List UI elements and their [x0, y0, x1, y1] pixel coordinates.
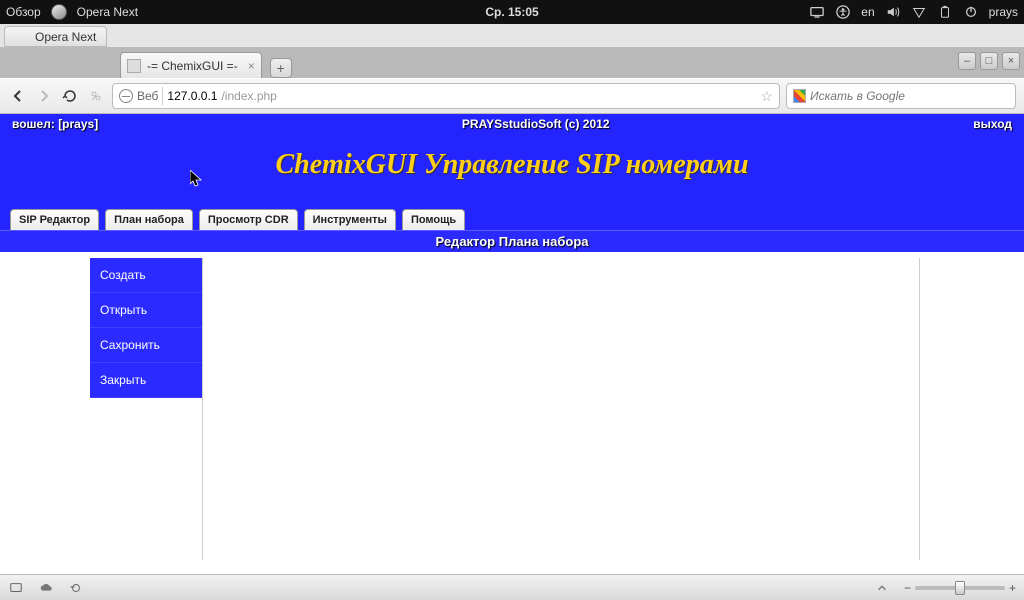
favicon-icon — [127, 59, 141, 73]
menu-save[interactable]: Сахронить — [90, 328, 202, 363]
url-host: 127.0.0.1 — [167, 89, 217, 103]
menu-create[interactable]: Создать — [90, 258, 202, 293]
search-box[interactable] — [786, 83, 1016, 109]
bookmark-star-icon[interactable]: ☆ — [760, 88, 773, 105]
opera-icon — [15, 30, 29, 44]
back-button[interactable] — [8, 86, 28, 106]
page-title: ChemixGUI Управление SIP номерами — [0, 149, 1024, 181]
slider-track[interactable] — [915, 586, 1005, 590]
network-icon[interactable] — [911, 5, 927, 19]
side-menu: Создать Открыть Сахронить Закрыть — [90, 258, 202, 570]
tab-dial-plan[interactable]: План набора — [105, 209, 193, 230]
zoom-slider[interactable]: − + — [904, 581, 1016, 595]
globe-icon — [119, 89, 133, 103]
battery-icon[interactable] — [937, 5, 953, 19]
browser-tab-strip: -= ChemixGUI =- × + ‒ □ × — [0, 48, 1024, 78]
os-bottom-panel: − + — [0, 574, 1024, 600]
display-icon[interactable] — [809, 5, 825, 19]
slider-thumb[interactable] — [955, 581, 965, 595]
reload-button[interactable] — [60, 86, 80, 106]
window-maximize-button[interactable]: □ — [980, 52, 998, 70]
menu-close[interactable]: Закрыть — [90, 363, 202, 398]
tab-close-button[interactable]: × — [248, 59, 255, 73]
new-tab-button[interactable]: + — [270, 58, 292, 78]
expand-icon[interactable] — [874, 581, 890, 595]
google-icon — [793, 89, 806, 103]
home-button[interactable] — [86, 86, 106, 106]
main-panel — [202, 258, 920, 560]
active-app-name: Opera Next — [77, 5, 138, 19]
volume-icon[interactable] — [885, 5, 901, 19]
brand-center: PRAYSstudioSoft (c) 2012 — [462, 117, 610, 131]
zoom-in-icon[interactable]: + — [1009, 581, 1016, 595]
window-close-button[interactable]: × — [1002, 52, 1020, 70]
page-banner: вошел: [prays] PRAYSstudioSoft (c) 2012 … — [0, 114, 1024, 230]
task-button-opera[interactable]: Opera Next — [4, 26, 107, 47]
section-subheader: Редактор Плана набора — [0, 230, 1024, 252]
tab-cdr[interactable]: Просмотр CDR — [199, 209, 298, 230]
address-bar[interactable]: Веб 127.0.0.1/index.php ☆ — [112, 83, 780, 109]
window-minimize-button[interactable]: ‒ — [958, 52, 976, 70]
forward-button[interactable] — [34, 86, 54, 106]
os-top-panel: Обзор Opera Next Ср. 15:05 en prays — [0, 0, 1024, 24]
overview-button[interactable]: Обзор — [6, 5, 41, 19]
tab-sip-editor[interactable]: SIP Редактор — [10, 209, 99, 230]
page-content: вошел: [prays] PRAYSstudioSoft (c) 2012 … — [0, 114, 1024, 574]
zoom-out-icon[interactable]: − — [904, 581, 911, 595]
menu-open[interactable]: Открыть — [90, 293, 202, 328]
app-tabs: SIP Редактор План набора Просмотр CDR Ин… — [0, 209, 1024, 230]
user-menu[interactable]: prays — [989, 5, 1018, 19]
address-separator — [162, 87, 163, 105]
tab-help[interactable]: Помощь — [402, 209, 465, 230]
tab-tools[interactable]: Инструменты — [304, 209, 396, 230]
show-desktop-icon[interactable] — [8, 581, 24, 595]
clock[interactable]: Ср. 15:05 — [485, 5, 538, 19]
opera-icon — [51, 4, 67, 20]
logout-link[interactable]: выход — [973, 117, 1012, 131]
task-button-label: Opera Next — [35, 30, 96, 44]
keyboard-lang[interactable]: en — [861, 5, 874, 19]
protocol-label: Веб — [137, 89, 158, 103]
content-area: Создать Открыть Сахронить Закрыть — [0, 252, 1024, 570]
accessibility-icon[interactable] — [835, 5, 851, 19]
task-row: Opera Next — [0, 24, 1024, 48]
browser-tab-active[interactable]: -= ChemixGUI =- × — [120, 52, 262, 78]
power-icon[interactable] — [963, 5, 979, 19]
login-status: вошел: [prays] — [12, 117, 98, 131]
browser-toolbar: Веб 127.0.0.1/index.php ☆ — [0, 78, 1024, 114]
tab-title: -= ChemixGUI =- — [147, 59, 238, 73]
url-path: /index.php — [221, 89, 276, 103]
search-input[interactable] — [810, 89, 1009, 103]
cloud-icon[interactable] — [38, 581, 54, 595]
refresh-icon[interactable] — [68, 581, 84, 595]
